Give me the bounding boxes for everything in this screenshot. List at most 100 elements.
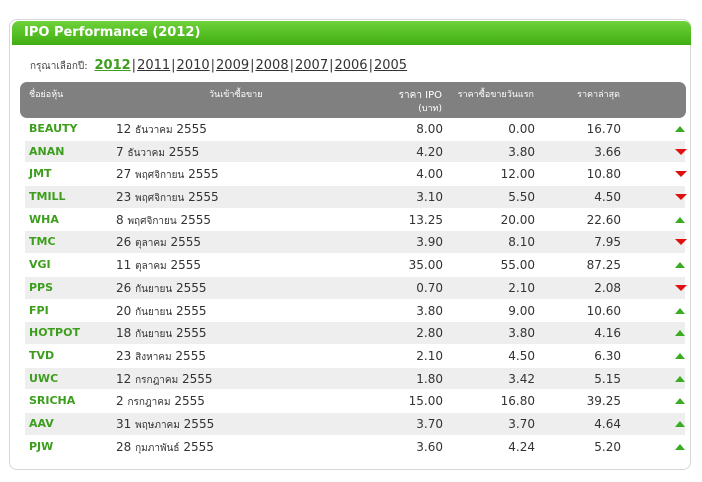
listing-month: กุมภาพันธ์	[135, 442, 180, 454]
listing-date: 18 กันยายน 2555	[116, 322, 207, 346]
listing-date: 8 พฤศจิกายน 2555	[116, 209, 211, 233]
listing-date: 23 พฤศจิกายน 2555	[116, 186, 219, 210]
year-link-2011[interactable]: 2011	[137, 58, 170, 73]
listing-day: 12	[116, 122, 132, 136]
up-arrow-icon	[675, 443, 685, 450]
ipo-price: 2.10	[416, 348, 443, 363]
stock-symbol-link[interactable]: BEAUTY	[29, 118, 77, 140]
listing-year: 2555	[183, 416, 215, 431]
year-link-2007[interactable]: 2007	[295, 58, 328, 73]
listing-month: พฤษภาคม	[135, 419, 180, 431]
listing-year: 2555	[188, 167, 219, 182]
stock-symbol-link[interactable]: TMC	[29, 231, 56, 253]
year-separator: |	[368, 58, 373, 73]
last-price: 6.30	[594, 348, 621, 363]
stock-symbol-link[interactable]: PPS	[29, 277, 53, 299]
listing-date: 27 พฤศจิกายน 2555	[116, 163, 219, 187]
listing-day: 2	[116, 394, 124, 409]
first-day-price: 20.00	[500, 212, 535, 227]
listing-year: 2555	[170, 235, 202, 250]
listing-day: 26	[116, 235, 132, 250]
listing-date: 11 ตุลาคม 2555	[116, 254, 201, 278]
listing-year: 2555	[176, 326, 207, 341]
down-arrow-icon	[675, 148, 687, 155]
listing-date: 31 พฤษภาคม 2555	[116, 413, 214, 437]
up-arrow-icon	[675, 352, 685, 359]
last-price: 7.95	[594, 235, 621, 250]
listing-date: 26 กันยายน 2555	[116, 277, 207, 301]
listing-month: ตุลาคม	[135, 261, 167, 273]
ipo-price: 15.00	[408, 394, 443, 409]
listing-day: 20	[116, 303, 132, 318]
table-row: AAV 31 พฤษภาคม 2555 3.70 3.70 4.64	[25, 412, 685, 437]
listing-month: กันยายน	[135, 306, 173, 318]
listing-day: 8	[116, 212, 124, 227]
header-ipo-unit: (บาท)	[418, 104, 442, 114]
first-day-price: 2.10	[508, 280, 535, 295]
first-day-price: 4.24	[508, 439, 535, 454]
header-first-day: ราคาซื้อขายวันแรก	[457, 90, 534, 100]
stock-symbol-link[interactable]: UWC	[29, 368, 58, 390]
table-row: TMC 26 ตุลาคม 2555 3.90 8.10 7.95	[25, 231, 687, 255]
listing-day: 28	[116, 439, 132, 454]
stock-symbol-link[interactable]: WHA	[29, 209, 59, 231]
year-link-2006[interactable]: 2006	[334, 58, 367, 73]
listing-date: 7 ธันวาคม 2555	[116, 141, 199, 165]
last-price: 87.25	[586, 258, 621, 273]
year-link-2008[interactable]: 2008	[256, 58, 289, 73]
down-arrow-icon	[675, 171, 687, 178]
first-day-price: 3.80	[508, 144, 535, 159]
up-arrow-icon	[675, 262, 685, 269]
table-row: TMILL 23 พฤศจิกายน 2555 3.10 5.50 4.50	[25, 186, 687, 210]
last-price: 39.25	[586, 394, 621, 409]
up-arrow-icon	[675, 216, 685, 223]
ipo-price: 4.20	[416, 144, 443, 159]
up-arrow-icon	[675, 420, 685, 427]
first-day-price: 3.42	[508, 371, 535, 386]
last-price: 10.80	[586, 167, 621, 182]
table-row: HOTPOT 18 กันยายน 2555 2.80 3.80 4.16	[25, 322, 685, 345]
table-row: UWC 12 กรกฎาคม 2555 1.80 3.42 5.15	[25, 367, 685, 391]
ipo-price: 13.25	[408, 212, 443, 227]
stock-symbol-link[interactable]: ANAN	[29, 141, 64, 163]
year-separator: |	[329, 58, 334, 73]
stock-symbol-link[interactable]: VGI	[29, 254, 51, 276]
listing-year: 2555	[170, 258, 202, 273]
stock-symbol-link[interactable]: FPI	[29, 300, 49, 322]
listing-month: พฤศจิกายน	[135, 193, 185, 205]
down-arrow-icon	[675, 239, 687, 246]
stock-symbol-link[interactable]: TVD	[29, 345, 54, 367]
table-row: PJW 28 กุมภาพันธ์ 2555 3.60 4.24 5.20	[25, 435, 685, 459]
last-price: 3.66	[594, 144, 621, 159]
last-price: 4.50	[594, 190, 621, 205]
first-day-price: 9.00	[508, 303, 535, 318]
ipo-price: 3.60	[416, 439, 443, 454]
stock-symbol-link[interactable]: PJW	[29, 436, 53, 458]
ipo-price: 3.70	[416, 416, 443, 431]
listing-month: ตุลาคม	[135, 238, 167, 250]
last-price: 2.08	[594, 280, 621, 295]
stock-symbol-link[interactable]: AAV	[29, 413, 54, 435]
up-arrow-icon	[675, 126, 685, 132]
year-link-2005[interactable]: 2005	[374, 58, 407, 73]
table-row: BEAUTY 12 ธันวาคม 2555 8.00 0.00 16.70	[25, 118, 685, 141]
year-link-2010[interactable]: 2010	[177, 58, 210, 73]
year-link-selected[interactable]: 2012	[94, 58, 130, 73]
year-link-2009[interactable]: 2009	[216, 58, 249, 73]
listing-date: 20 กันยายน 2555	[116, 300, 207, 324]
listing-year: 2555	[176, 303, 207, 318]
listing-date: 23 สิงหาคม 2555	[116, 345, 206, 369]
stock-symbol-link[interactable]: SRICHA	[29, 390, 75, 412]
listing-month: พฤศจิกายน	[135, 170, 185, 182]
listing-month: ธันวาคม	[135, 125, 173, 136]
last-price: 4.64	[594, 416, 621, 431]
listing-date: 2 กรกฎาคม 2555	[116, 390, 205, 414]
stock-symbol-link[interactable]: TMILL	[29, 186, 66, 208]
stock-symbol-link[interactable]: JMT	[29, 163, 52, 185]
table-header: ชื่อย่อหุ้น วันเข้าซื้อขาย ราคา IPO (บาท)…	[20, 82, 686, 118]
panel-title: IPO Performance (2012)	[12, 21, 691, 45]
listing-year: 2555	[175, 348, 206, 363]
last-price: 16.70	[586, 122, 621, 136]
stock-symbol-link[interactable]: HOTPOT	[29, 322, 80, 344]
listing-month: สิงหาคม	[135, 351, 172, 363]
